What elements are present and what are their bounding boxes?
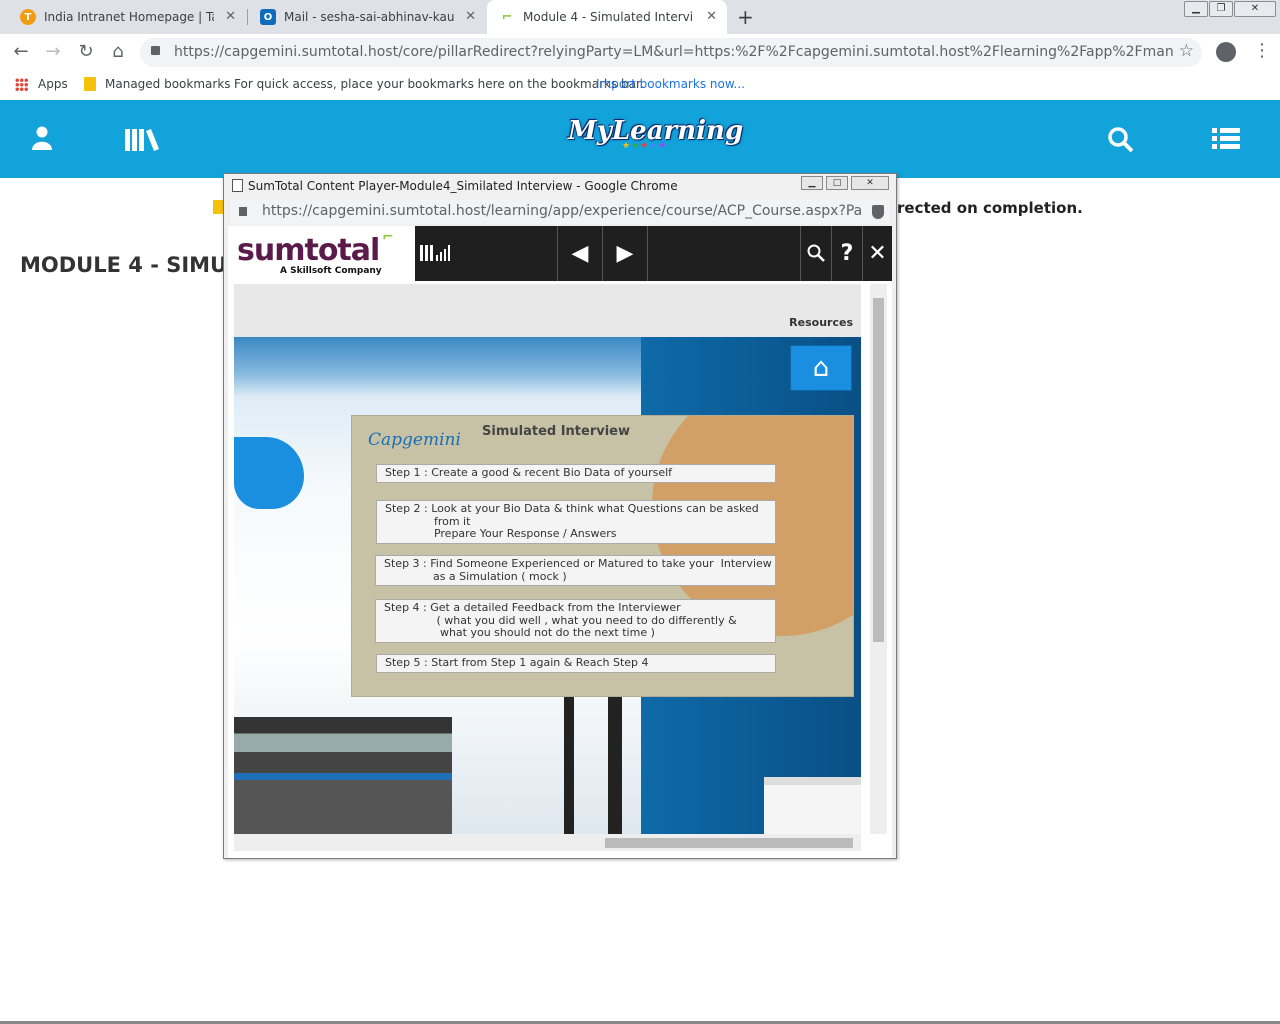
close-tab-icon[interactable]: ✕ (225, 9, 236, 24)
player-toolbar: sumtotal ⌐ A Skillsoft Company ◀ ▶ ? ✕ (228, 226, 892, 281)
folder-icon (84, 77, 96, 91)
bookmark-star-icon[interactable]: ☆ (1179, 41, 1194, 61)
tab-intranet[interactable]: T India Intranet Homepage | Talent ✕ (8, 0, 246, 34)
restore-icon[interactable]: ❐ (1209, 1, 1233, 17)
office-scene-image: ⌂ Capgemini Simulated Interview Step 1 :… (234, 337, 861, 834)
toolbar-divider (647, 226, 648, 281)
course-home-icon[interactable]: ⌂ (790, 345, 852, 391)
ceiling-stripe (234, 337, 641, 397)
player-close-icon[interactable]: ✕ (863, 226, 892, 281)
browser-menu-icon[interactable]: ⋮ (1253, 40, 1271, 61)
lock-icon (151, 46, 160, 55)
document-icon (232, 179, 243, 192)
stairs-graphic (764, 777, 861, 834)
content-player: sumtotal ⌐ A Skillsoft Company ◀ ▶ ? ✕ R… (228, 226, 892, 858)
step-2: Step 2 : Look at your Bio Data & think w… (376, 500, 776, 544)
course-content: Resources ⌂ Capgemini Simulated Intervie… (234, 284, 861, 834)
sumtotal-leaf-icon: ⌐ (382, 229, 394, 245)
close-tab-icon[interactable]: ✕ (706, 9, 717, 24)
address-bar[interactable]: https://capgemini.sumtotal.host/core/pil… (140, 38, 1202, 67)
tab-mail[interactable]: O Mail - sesha-sai-abhinav-kaushal ✕ (248, 0, 486, 34)
tab-title: India Intranet Homepage | Talent (44, 10, 214, 24)
brand-name: sumtotal (237, 233, 380, 268)
list-menu-icon[interactable] (1212, 128, 1240, 150)
sumtotal-icon: ⌐ (501, 9, 513, 25)
popup-minimize-icon[interactable]: ▁ (801, 176, 823, 190)
resources-link[interactable]: Resources (789, 316, 853, 329)
search-icon[interactable] (1108, 127, 1134, 153)
library-icon[interactable] (125, 127, 159, 151)
reload-icon[interactable]: ↻ (75, 41, 97, 62)
bookmarks-hint: For quick access, place your bookmarks h… (234, 77, 644, 91)
card-title: Simulated Interview (482, 424, 631, 439)
popup-close-icon[interactable]: ✕ (851, 176, 889, 190)
user-icon[interactable] (32, 126, 52, 150)
table-leg (608, 697, 622, 834)
completion-notice: rected on completion. (897, 199, 1083, 217)
scrollbar-thumb[interactable] (873, 298, 884, 642)
managed-bookmarks[interactable]: Managed bookmarks (105, 77, 231, 91)
import-bookmarks-link[interactable]: Import bookmarks now... (596, 77, 745, 91)
home-icon[interactable]: ⌂ (107, 41, 129, 62)
browser-toolbar: ← → ↻ ⌂ https://capgemini.sumtotal.host/… (0, 34, 1280, 70)
apps-bookmark[interactable]: Apps (38, 77, 68, 91)
vertical-scrollbar[interactable] (870, 284, 887, 834)
sumtotal-logo: sumtotal ⌐ A Skillsoft Company (228, 226, 415, 281)
help-icon[interactable]: ? (832, 226, 862, 281)
capgemini-logo: Capgemini (368, 430, 461, 450)
tab-title: Mail - sesha-sai-abhinav-kaushal (284, 10, 454, 24)
step-4: Step 4 : Get a detailed Feedback from th… (375, 599, 776, 643)
table-of-contents-icon[interactable] (417, 226, 457, 281)
scrollbar-thumb[interactable] (605, 838, 853, 848)
next-icon[interactable]: ▶ (603, 226, 647, 281)
tab-module4[interactable]: ⌐ Module 4 - Simulated Interview - ✕ (487, 0, 727, 34)
logo-stars-icon: ★★★★★ (622, 141, 668, 151)
page-title: MODULE 4 - SIMUL (20, 253, 224, 277)
simulated-interview-card: Capgemini Simulated Interview Step 1 : C… (351, 415, 854, 697)
blocked-shield-icon[interactable] (872, 205, 884, 219)
popup-address-bar[interactable]: https://capgemini.sumtotal.host/learning… (230, 200, 890, 224)
new-tab-button[interactable]: + (737, 5, 754, 29)
tab-strip: T India Intranet Homepage | Talent ✕ O M… (0, 0, 1280, 34)
tab-title: Module 4 - Simulated Interview - (523, 10, 693, 24)
warning-icon (213, 200, 223, 214)
popup-maximize-icon[interactable]: □ (826, 176, 848, 190)
bookmarks-bar: Apps Managed bookmarks For quick access,… (0, 70, 1280, 100)
step-3: Step 3 : Find Someone Experienced or Mat… (375, 555, 776, 586)
player-search-icon[interactable] (801, 226, 831, 281)
capgemini-spade-graphic (234, 437, 304, 509)
outlook-icon: O (260, 9, 276, 25)
step-5: Step 5 : Start from Step 1 again & Reach… (376, 654, 776, 673)
reception-desk (234, 717, 452, 834)
apps-grid-icon[interactable] (15, 78, 28, 91)
horizontal-scrollbar[interactable] (234, 834, 861, 851)
popup-titlebar: SumTotal Content Player-Module4_Similate… (224, 174, 896, 198)
forward-icon[interactable]: → (42, 41, 64, 62)
close-window-icon[interactable]: ✕ (1234, 1, 1276, 17)
content-player-window: SumTotal Content Player-Module4_Similate… (223, 173, 897, 859)
popup-url[interactable]: https://capgemini.sumtotal.host/learning… (262, 203, 862, 219)
account-icon[interactable] (1216, 42, 1236, 62)
brand-subtitle: A Skillsoft Company (280, 266, 382, 276)
lock-icon (239, 207, 247, 216)
close-tab-icon[interactable]: ✕ (465, 9, 476, 24)
step-1: Step 1 : Create a good & recent Bio Data… (376, 464, 776, 483)
table-leg (564, 697, 574, 834)
talent-icon: T (20, 9, 36, 25)
previous-icon[interactable]: ◀ (558, 226, 602, 281)
url-text[interactable]: https://capgemini.sumtotal.host/core/pil… (174, 44, 1174, 60)
minimize-icon[interactable]: ▁ (1184, 1, 1208, 17)
back-icon[interactable]: ← (10, 41, 32, 62)
popup-title: SumTotal Content Player-Module4_Similate… (248, 179, 678, 193)
